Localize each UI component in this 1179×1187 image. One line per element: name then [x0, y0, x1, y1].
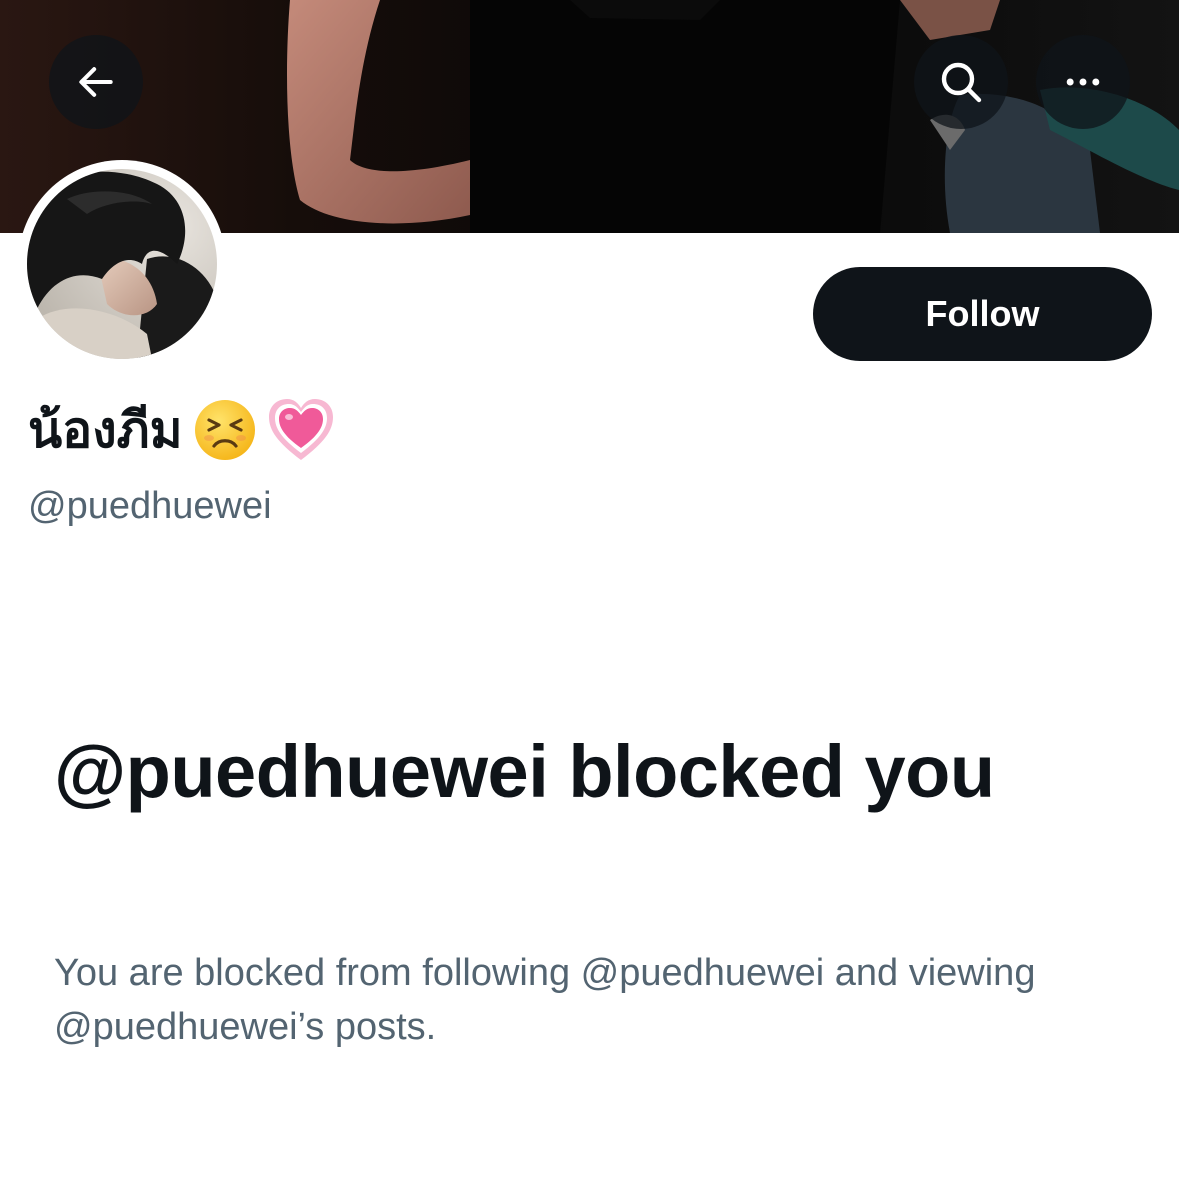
search-button[interactable]: [914, 35, 1008, 129]
search-icon: [941, 62, 982, 103]
more-options-button[interactable]: [1036, 35, 1130, 129]
growing-heart-emoji: [267, 398, 335, 462]
arrow-left-icon: [79, 67, 113, 97]
display-name-text: น้องภีม: [28, 401, 183, 459]
avatar-image: [27, 169, 217, 359]
profile-handle: @puedhuewei: [28, 485, 272, 527]
profile-display-name: น้องภีม: [28, 394, 335, 466]
avatar[interactable]: [18, 160, 226, 368]
blocked-description: You are blocked from following @puedhuew…: [54, 952, 1036, 1048]
follow-button[interactable]: Follow: [813, 267, 1152, 361]
more-horizontal-icon: [1066, 78, 1100, 86]
persevering-face-emoji: [193, 398, 257, 462]
blocked-title: @puedhuewei blocked you: [54, 730, 995, 813]
back-button[interactable]: [49, 35, 143, 129]
